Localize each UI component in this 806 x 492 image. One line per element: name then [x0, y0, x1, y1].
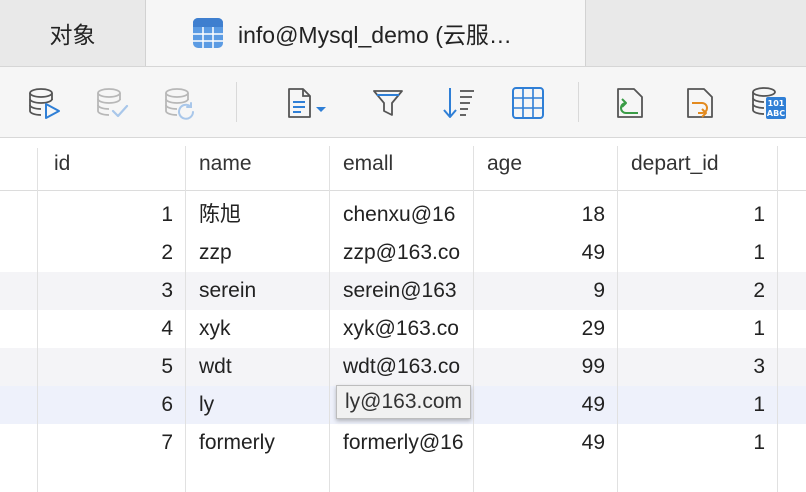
- run-query-button[interactable]: [24, 84, 64, 122]
- cell-name[interactable]: serein: [185, 272, 329, 310]
- cell-depart-id[interactable]: 1: [617, 424, 777, 462]
- text-dropdown-icon: [288, 88, 326, 118]
- column-header-depart-id[interactable]: depart_id: [617, 138, 777, 190]
- tab-query[interactable]: info@Mysql_demo (云服…: [146, 0, 586, 66]
- table-icon: [193, 18, 223, 48]
- cell-age[interactable]: 29: [473, 310, 617, 348]
- cell-name[interactable]: xyk: [185, 310, 329, 348]
- grid-view-icon: [512, 87, 544, 119]
- import-icon: [617, 88, 643, 118]
- cell-emall[interactable]: chenxu@16: [329, 196, 473, 234]
- cell-emall[interactable]: wdt@163.co: [329, 348, 473, 386]
- table-row[interactable]: 4 xyk xyk@163.co 29 1: [0, 310, 806, 348]
- cell-age[interactable]: 49: [473, 424, 617, 462]
- cell-age[interactable]: 99: [473, 348, 617, 386]
- filter-button[interactable]: [368, 84, 408, 122]
- column-header-name[interactable]: name: [185, 138, 329, 190]
- table-row[interactable]: 2 zzp zzp@163.co 49 1: [0, 234, 806, 272]
- table-row[interactable]: 3 serein serein@163 9 2: [0, 272, 806, 310]
- export-icon: [687, 88, 713, 118]
- save-disabled-icon: [97, 88, 129, 118]
- cell-id[interactable]: 3: [40, 272, 185, 310]
- table-row[interactable]: 1 陈旭 chenxu@16 18 1: [0, 196, 806, 234]
- cell-name[interactable]: ly: [185, 386, 329, 424]
- import-button[interactable]: [610, 84, 650, 122]
- cell-name[interactable]: wdt: [185, 348, 329, 386]
- refresh-disabled-icon: [165, 88, 194, 120]
- run-query-icon: [29, 88, 60, 119]
- column-header-id[interactable]: id: [40, 138, 185, 190]
- cell-name[interactable]: formerly: [185, 424, 329, 462]
- cell-depart-id[interactable]: 1: [617, 234, 777, 272]
- toolbar: 101 ABC: [0, 67, 806, 138]
- cell-name[interactable]: zzp: [185, 234, 329, 272]
- data-generation-icon: 101 ABC: [752, 87, 786, 119]
- sort-icon: [443, 88, 474, 118]
- toolbar-separator: [578, 82, 579, 122]
- text-format-dropdown[interactable]: [282, 84, 330, 122]
- cell-id[interactable]: 1: [40, 196, 185, 234]
- cell-id[interactable]: 2: [40, 234, 185, 272]
- cell-depart-id[interactable]: 1: [617, 386, 777, 424]
- cell-emall[interactable]: xyk@163.co: [329, 310, 473, 348]
- cell-id[interactable]: 7: [40, 424, 185, 462]
- tab-objects-label: 对象: [49, 22, 96, 48]
- sort-button[interactable]: [438, 84, 478, 122]
- tab-bar-empty-area: [586, 0, 806, 66]
- cell-depart-id[interactable]: 3: [617, 348, 777, 386]
- cell-name[interactable]: 陈旭: [185, 196, 329, 234]
- cell-id[interactable]: 4: [40, 310, 185, 348]
- column-header-age[interactable]: age: [473, 138, 617, 190]
- cell-age[interactable]: 18: [473, 196, 617, 234]
- cell-depart-id[interactable]: 2: [617, 272, 777, 310]
- svg-text:101: 101: [768, 99, 785, 108]
- cell-age[interactable]: 49: [473, 386, 617, 424]
- toolbar-separator: [236, 82, 237, 122]
- save-button[interactable]: [92, 84, 132, 122]
- cell-emall[interactable]: serein@163: [329, 272, 473, 310]
- filter-icon: [373, 90, 403, 116]
- cell-emall[interactable]: formerly@16: [329, 424, 473, 462]
- cell-depart-id[interactable]: 1: [617, 196, 777, 234]
- cell-id[interactable]: 5: [40, 348, 185, 386]
- table-row[interactable]: 7 formerly formerly@16 49 1: [0, 424, 806, 462]
- table-row[interactable]: 5 wdt wdt@163.co 99 3: [0, 348, 806, 386]
- cell-tooltip: ly@163.com: [336, 385, 472, 419]
- cell-emall[interactable]: zzp@163.co: [329, 234, 473, 272]
- tab-objects[interactable]: 对象: [0, 0, 146, 66]
- export-button[interactable]: [680, 84, 720, 122]
- grid-view-button[interactable]: [508, 84, 548, 122]
- cell-id[interactable]: 6: [40, 386, 185, 424]
- cell-age[interactable]: 49: [473, 234, 617, 272]
- rollback-button[interactable]: [160, 84, 200, 122]
- data-generation-button[interactable]: 101 ABC: [748, 84, 788, 122]
- tab-bar: 对象 info@Mysql_demo (云服…: [0, 0, 806, 67]
- svg-text:ABC: ABC: [767, 109, 785, 118]
- column-header-emall[interactable]: emall: [329, 138, 473, 190]
- cell-age[interactable]: 9: [473, 272, 617, 310]
- cell-depart-id[interactable]: 1: [617, 310, 777, 348]
- data-grid: id name emall age depart_id 1 陈旭 chenxu@16…: [0, 138, 806, 492]
- tab-query-label: info@Mysql_demo (云服…: [238, 22, 512, 48]
- grid-header: id name emall age depart_id: [0, 138, 806, 191]
